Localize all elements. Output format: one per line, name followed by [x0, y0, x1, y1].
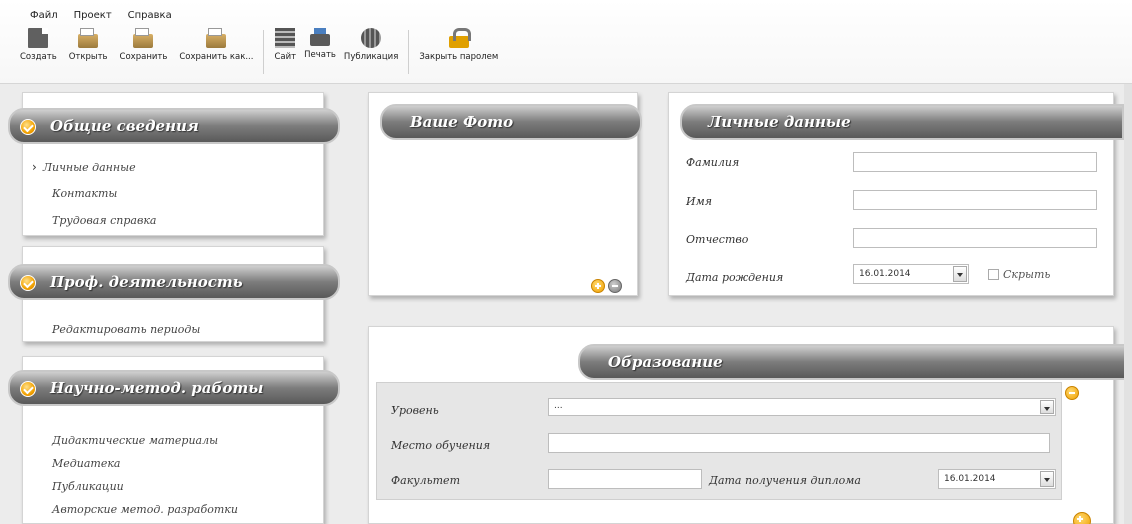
save-folder-icon	[133, 28, 154, 48]
save-button[interactable]: Сохранить	[116, 28, 172, 62]
general-info-header[interactable]: Общие сведения	[8, 108, 340, 144]
faculty-input[interactable]	[548, 469, 702, 489]
menu-bar: Файл Проект Справка	[30, 10, 172, 21]
print-button[interactable]: Печать	[300, 28, 340, 60]
printer-icon	[310, 28, 330, 46]
diploma-date-picker[interactable]: 16.01.2014	[938, 469, 1056, 489]
menu-file[interactable]: Файл	[30, 10, 58, 21]
faculty-label: Факультет	[391, 474, 461, 487]
collapse-icon[interactable]	[20, 275, 36, 291]
collapse-icon[interactable]	[20, 381, 36, 397]
level-label: Уровень	[391, 404, 439, 417]
menu-help[interactable]: Справка	[128, 10, 172, 21]
globe-icon	[361, 28, 382, 48]
add-photo-button[interactable]	[591, 279, 605, 293]
sidebar-item-publications[interactable]: Публикации	[52, 480, 124, 493]
remove-photo-button[interactable]	[608, 279, 622, 293]
sidebar-item-didactic[interactable]: Дидактические материалы	[52, 434, 218, 447]
chevron-down-icon[interactable]	[1040, 471, 1054, 487]
toolbar-area: Файл Проект Справка Создать Открыть Сохр…	[0, 0, 1132, 84]
chevron-down-icon[interactable]	[1040, 400, 1054, 414]
science-header[interactable]: Научно-метод. работы	[8, 370, 340, 406]
lock-password-button[interactable]: Закрыть паролем	[415, 28, 502, 62]
save-as-folder-icon	[206, 28, 227, 48]
save-as-button[interactable]: Сохранить как...	[175, 28, 257, 62]
patronymic-input[interactable]	[853, 228, 1097, 248]
prof-header[interactable]: Проф. деятельность	[8, 264, 340, 300]
sidebar-item-media[interactable]: Медиатека	[52, 457, 120, 470]
chevron-down-icon[interactable]	[953, 266, 967, 282]
sidebar-item-edit-periods[interactable]: Редактировать периоды	[52, 323, 200, 336]
sidebar-item-contacts[interactable]: Контакты	[52, 187, 117, 200]
name-label: Имя	[686, 195, 712, 208]
open-folder-icon	[78, 28, 99, 48]
sidebar-item-methods[interactable]: Авторские метод. разработки	[52, 503, 238, 516]
collapse-icon[interactable]	[20, 119, 36, 135]
toolbar: Создать Открыть Сохранить Сохранить как.…	[16, 28, 502, 76]
site-button[interactable]: Сайт	[270, 28, 300, 62]
active-arrow-icon: ›	[32, 160, 37, 174]
surname-label: Фамилия	[686, 156, 740, 169]
open-button[interactable]: Открыть	[65, 28, 112, 62]
place-label: Место обучения	[391, 439, 491, 452]
diploma-date-label: Дата получения диплома	[709, 474, 861, 487]
scrollbar[interactable]	[1124, 84, 1132, 524]
patronymic-label: Отчество	[686, 233, 749, 246]
surname-input[interactable]	[853, 152, 1097, 172]
hide-checkbox[interactable]: Скрыть	[988, 268, 1050, 281]
toolbar-separator	[408, 30, 410, 74]
new-document-icon	[28, 28, 49, 48]
personal-header: Личные данные	[680, 104, 1124, 140]
add-education-button[interactable]	[1073, 512, 1091, 524]
menu-project[interactable]: Проект	[74, 10, 112, 21]
education-header: Образование	[578, 344, 1132, 380]
lock-icon	[448, 28, 471, 48]
general-info-list: › Личные данные Контакты Трудовая справк…	[32, 160, 156, 228]
photo-header: Ваше Фото	[380, 104, 642, 140]
create-button[interactable]: Создать	[16, 28, 61, 62]
remove-education-button[interactable]	[1065, 386, 1079, 400]
publish-button[interactable]: Публикация	[340, 28, 402, 62]
site-icon	[275, 28, 296, 48]
checkbox-icon[interactable]	[988, 269, 999, 280]
sidebar-item-work-record[interactable]: Трудовая справка	[52, 214, 156, 227]
sidebar-item-personal[interactable]: Личные данные	[43, 161, 136, 174]
name-input[interactable]	[853, 190, 1097, 210]
level-select[interactable]: ...	[548, 398, 1056, 416]
place-input[interactable]	[548, 433, 1050, 453]
birthdate-picker[interactable]: 16.01.2014	[853, 264, 969, 284]
birthdate-label: Дата рождения	[686, 271, 784, 284]
toolbar-separator	[263, 30, 265, 74]
